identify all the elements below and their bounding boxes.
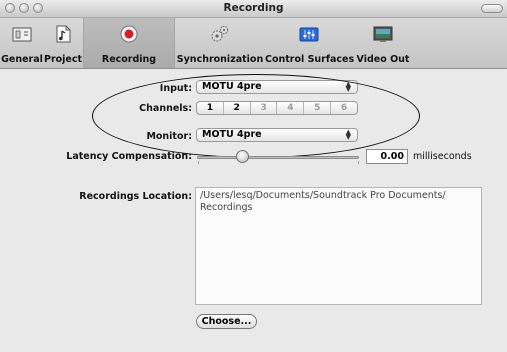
latency-value-field[interactable]: 0.00 xyxy=(366,149,408,164)
channels-label: Channels: xyxy=(139,103,192,114)
slider-tick xyxy=(358,161,359,164)
latency-compensation-label: Latency Compensation: xyxy=(66,151,192,162)
channel-segment-2[interactable]: 2 xyxy=(224,102,251,114)
tab-control-surfaces-label: Control Surfaces xyxy=(265,54,355,65)
record-icon xyxy=(120,25,138,43)
tab-video-out-label: Video Out xyxy=(356,54,410,65)
input-label: Input: xyxy=(159,83,192,94)
tab-control-surfaces[interactable]: Control Surfaces xyxy=(265,18,355,68)
tab-video-out[interactable]: Video Out xyxy=(354,18,412,68)
preferences-toolbar: General Project Recording Synchronizatio… xyxy=(0,18,507,69)
slider-tick xyxy=(198,161,199,164)
general-icon xyxy=(12,27,32,42)
channel-segment-6[interactable]: 6 xyxy=(331,102,357,114)
recordings-location-field: /Users/lesq/Documents/Soundtrack Pro Doc… xyxy=(195,187,482,305)
preferences-window: Recording General Project Recording Sync… xyxy=(0,0,507,352)
monitor-popup[interactable]: MOTU 4pre ▲ ▼ xyxy=(196,128,358,142)
tab-general-label: General xyxy=(1,54,43,65)
tab-synchronization-label: Synchronization xyxy=(176,54,264,65)
choose-button[interactable]: Choose... xyxy=(196,314,257,329)
channel-segment-4[interactable]: 4 xyxy=(277,102,305,114)
recordings-location-label: Recordings Location: xyxy=(79,191,192,202)
control-surfaces-icon xyxy=(299,27,319,42)
title-bar: Recording xyxy=(0,0,507,18)
tab-recording-label: Recording xyxy=(101,54,157,65)
latency-slider-knob[interactable] xyxy=(235,150,249,163)
tab-project[interactable]: Project xyxy=(44,18,82,68)
channel-segment-5[interactable]: 5 xyxy=(304,102,332,114)
monitor-value: MOTU 4pre xyxy=(202,129,262,140)
channel-segment-1[interactable]: 1 xyxy=(197,102,224,114)
latency-slider-track[interactable] xyxy=(197,156,359,159)
tab-synchronization[interactable]: Synchronization xyxy=(175,18,265,68)
sync-gears-icon xyxy=(211,25,229,42)
latency-unit-label: milliseconds xyxy=(413,151,472,162)
tab-recording[interactable]: Recording xyxy=(83,18,175,68)
input-value: MOTU 4pre xyxy=(202,81,262,92)
channel-segment-3[interactable]: 3 xyxy=(251,102,278,114)
popup-arrows-icon: ▲ ▼ xyxy=(345,80,351,93)
input-popup[interactable]: MOTU 4pre ▲ ▼ xyxy=(196,80,358,94)
window-title: Recording xyxy=(223,2,284,14)
channels-segmented-control[interactable]: 123456 xyxy=(196,101,358,115)
tab-general[interactable]: General xyxy=(0,18,44,68)
monitor-label: Monitor: xyxy=(146,131,192,142)
tab-project-label: Project xyxy=(44,54,83,65)
video-out-icon xyxy=(373,26,393,42)
toolbar-toggle-button[interactable] xyxy=(481,4,503,13)
project-icon xyxy=(56,25,71,43)
popup-arrows-icon: ▲ ▼ xyxy=(345,128,351,141)
